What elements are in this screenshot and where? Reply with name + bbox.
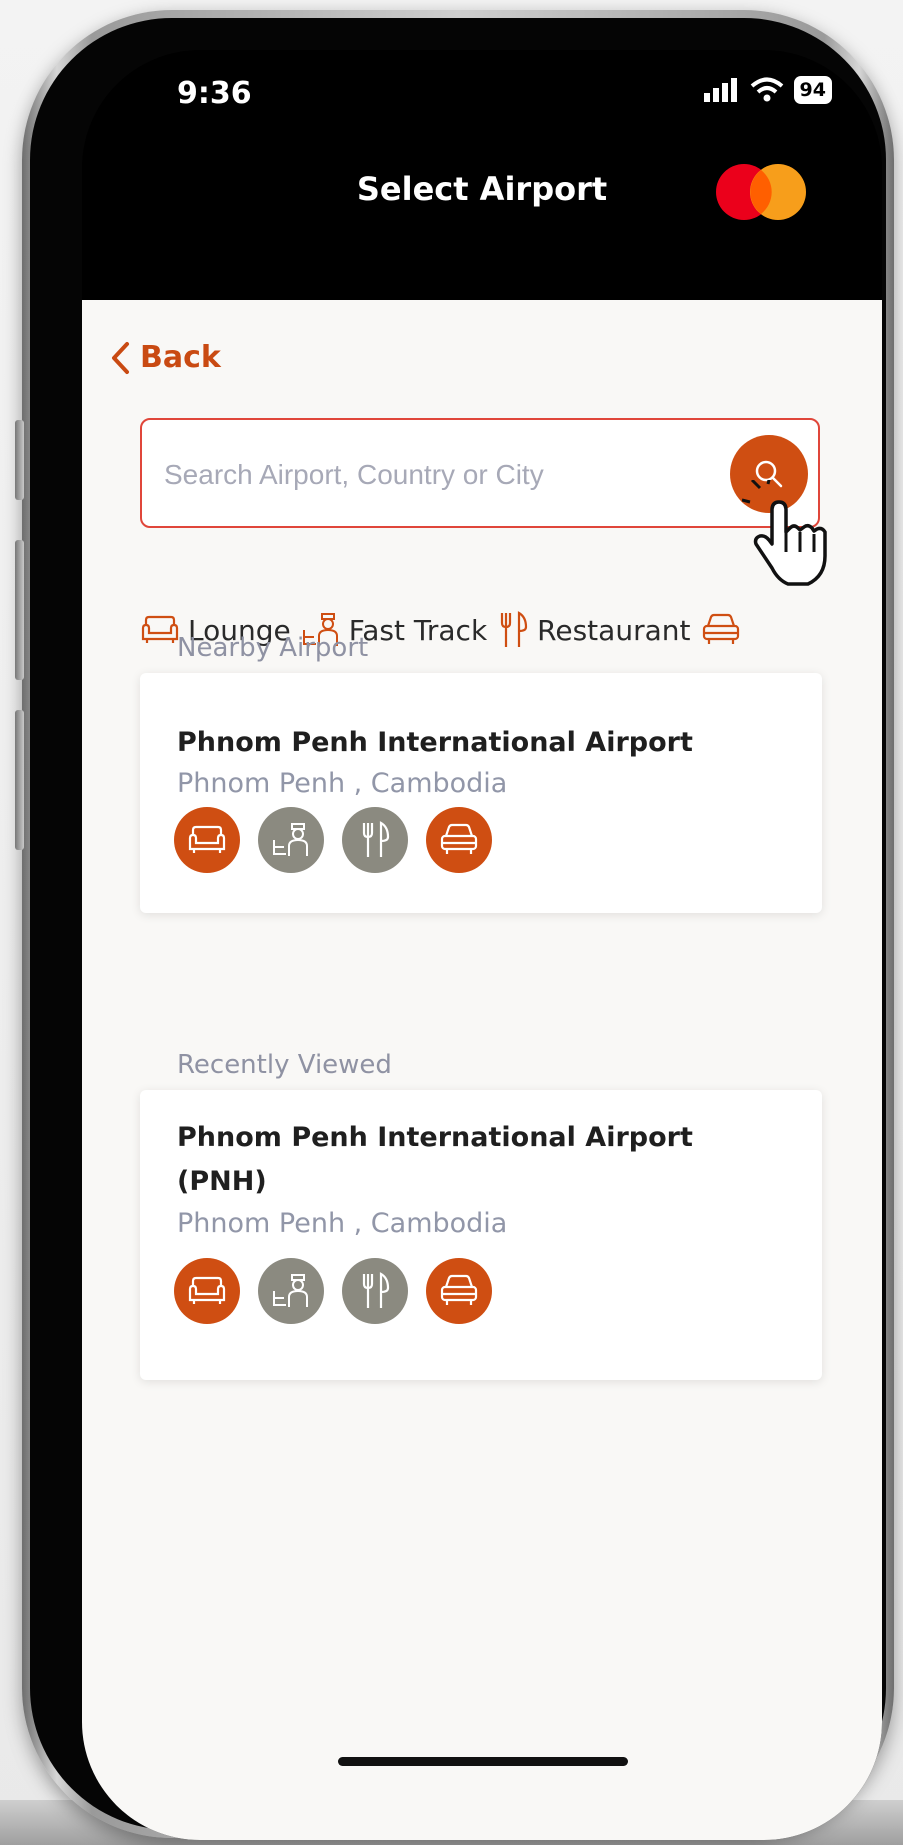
back-label: Back bbox=[140, 340, 221, 375]
battery-indicator: 94 bbox=[793, 76, 832, 104]
chevron-left-icon bbox=[112, 341, 129, 374]
recent-airport-card[interactable]: Phnom Penh International Airport (PNH) P… bbox=[140, 1090, 822, 1380]
sofa-icon bbox=[188, 825, 226, 853]
service-badges bbox=[174, 807, 492, 873]
fast-track-badge bbox=[258, 807, 324, 873]
airport-location: Phnom Penh , Cambodia bbox=[177, 768, 508, 799]
fork-knife-icon bbox=[362, 1272, 390, 1308]
recently-viewed-label: Recently Viewed bbox=[177, 1050, 392, 1080]
restaurant-badge bbox=[342, 807, 408, 873]
car-icon bbox=[440, 823, 478, 854]
car-icon bbox=[440, 1274, 478, 1305]
filter-restaurant-label: Restaurant bbox=[537, 613, 691, 647]
sofa-icon bbox=[141, 615, 179, 643]
volume-up-button bbox=[15, 540, 24, 680]
nearby-airport-card[interactable]: Phnom Penh International Airport Phnom P… bbox=[140, 673, 822, 913]
fast-track-icon bbox=[273, 1274, 308, 1307]
car-icon bbox=[703, 613, 740, 644]
fast-track-badge bbox=[258, 1258, 324, 1324]
fork-knife-icon bbox=[501, 611, 528, 647]
filter-car[interactable] bbox=[700, 612, 742, 648]
car-badge bbox=[426, 1258, 492, 1324]
cellular-signal-icon bbox=[703, 78, 737, 102]
back-button[interactable]: Back bbox=[110, 340, 221, 375]
volume-down-button bbox=[15, 710, 24, 850]
screen: 9:36 94 Select Airport Back Search Airpo… bbox=[82, 50, 882, 1840]
search-input[interactable] bbox=[162, 450, 706, 500]
nearby-airport-label: Nearby Airport bbox=[177, 633, 369, 663]
airport-location: Phnom Penh , Cambodia bbox=[177, 1208, 508, 1239]
pointer-hand-icon bbox=[742, 480, 827, 586]
service-badges bbox=[174, 1258, 492, 1324]
car-badge bbox=[426, 807, 492, 873]
status-icons: 94 bbox=[702, 76, 832, 104]
mute-switch bbox=[15, 420, 24, 500]
mastercard-logo bbox=[716, 164, 806, 220]
sofa-icon bbox=[188, 1276, 226, 1304]
restaurant-badge bbox=[342, 1258, 408, 1324]
airport-name: Phnom Penh International Airport (PNH) bbox=[177, 1122, 693, 1197]
lounge-badge bbox=[174, 1258, 240, 1324]
phone-frame: 9:36 94 Select Airport Back Search Airpo… bbox=[15, 10, 894, 1840]
main-content: Back Lounge bbox=[82, 300, 882, 1840]
wifi-icon bbox=[750, 77, 783, 102]
fast-track-icon bbox=[273, 823, 308, 856]
airport-name: Phnom Penh International Airport bbox=[177, 727, 693, 758]
search-box bbox=[140, 418, 820, 528]
fork-knife-icon bbox=[362, 821, 390, 857]
home-indicator[interactable] bbox=[338, 1757, 628, 1766]
status-time: 9:36 bbox=[177, 76, 252, 111]
filter-restaurant[interactable]: Restaurant bbox=[497, 611, 690, 649]
lounge-badge bbox=[174, 807, 240, 873]
filter-fast-track-label: Fast Track bbox=[348, 613, 488, 647]
